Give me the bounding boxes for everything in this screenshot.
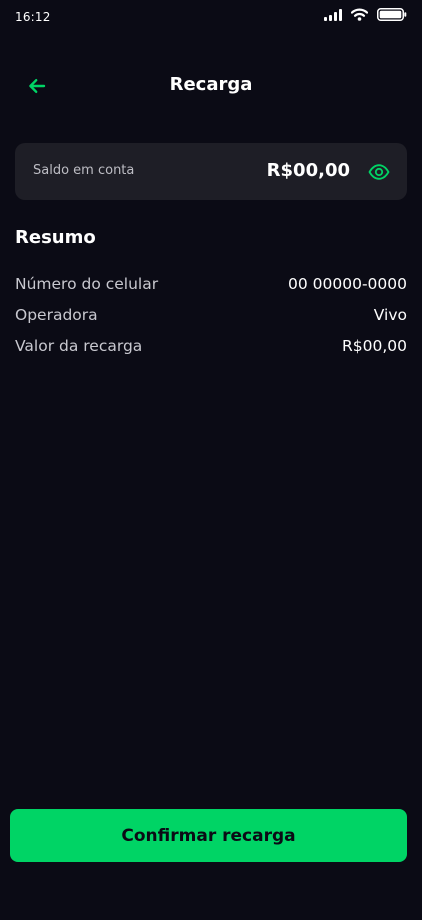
- balance-card: Saldo em conta R$00,00: [15, 143, 407, 200]
- status-icons: [324, 8, 407, 21]
- summary-list: Número do celular 00 00000-0000 Operador…: [15, 268, 407, 361]
- operator-value: Vivo: [373, 305, 407, 324]
- status-time: 16:12: [15, 10, 51, 24]
- wifi-icon: [351, 8, 368, 21]
- battery-icon: [377, 8, 407, 21]
- toggle-balance-visibility-button[interactable]: [367, 160, 391, 184]
- nav-header: Recarga: [0, 66, 422, 106]
- recharge-amount-value: R$00,00: [341, 336, 407, 355]
- phone-number-label: Número do celular: [15, 274, 159, 293]
- recharge-amount-label: Valor da recarga: [15, 336, 143, 355]
- phone-number-value: 00 00000-0000: [288, 274, 407, 293]
- summary-row-operator: Operadora Vivo: [15, 299, 407, 330]
- cellular-signal-icon: [324, 8, 342, 21]
- summary-title: Resumo: [15, 227, 96, 248]
- balance-value: R$00,00: [266, 160, 350, 181]
- summary-row-phone-number: Número do celular 00 00000-0000: [15, 268, 407, 299]
- status-bar: 16:12: [0, 0, 422, 36]
- confirm-recharge-button[interactable]: Confirmar recarga: [10, 809, 407, 862]
- operator-label: Operadora: [15, 305, 98, 324]
- page-title: Recarga: [169, 74, 253, 95]
- balance-label: Saldo em conta: [33, 163, 135, 178]
- summary-row-recharge-amount: Valor da recarga R$00,00: [15, 330, 407, 361]
- eye-icon: [368, 164, 390, 180]
